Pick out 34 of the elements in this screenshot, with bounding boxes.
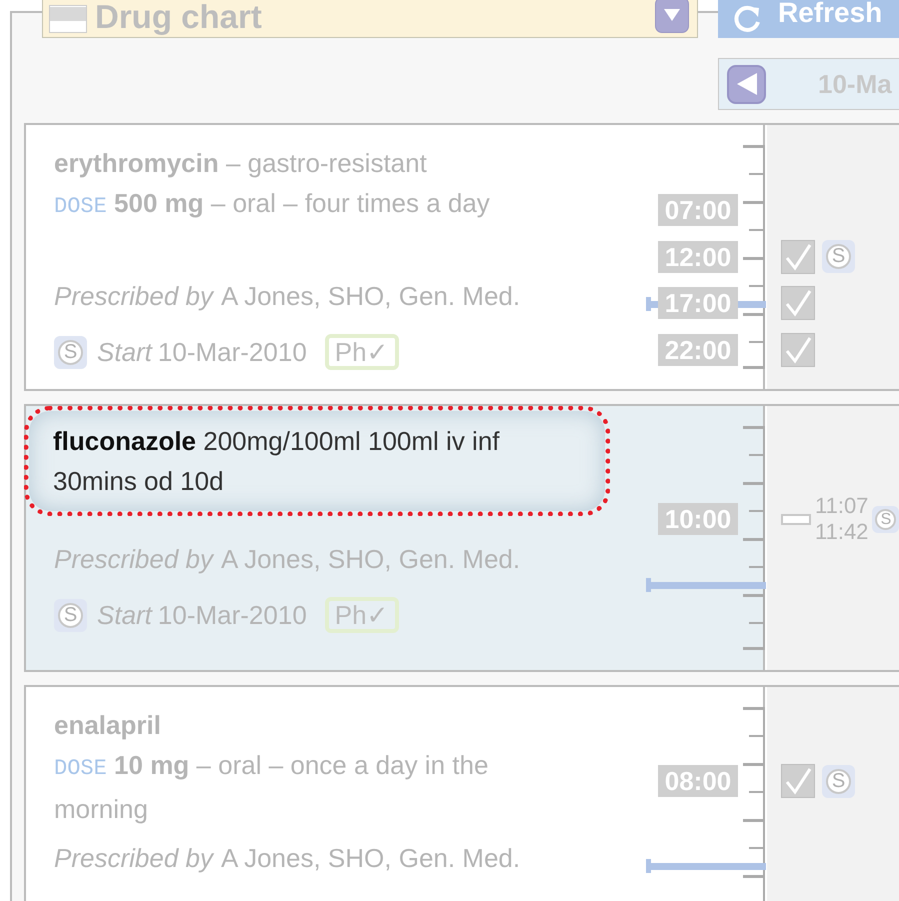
caret-icon (663, 8, 681, 22)
prescriber-name: A Jones, SHO, Gen. Med. (220, 842, 520, 875)
prescriber-name: A Jones, SHO, Gen. Med. (220, 543, 520, 576)
pharmacy-badge: Ph✓ (324, 334, 399, 370)
chart-select[interactable]: Drug chart (42, 0, 698, 38)
signed-icon: S (822, 764, 855, 798)
dropdown-button[interactable] (655, 0, 689, 33)
prescriber-name: A Jones, SHO, Gen. Med. (220, 280, 520, 313)
signed-icon: S (822, 240, 855, 274)
start-date: 10-Mar-2010 (158, 599, 307, 632)
start-label: Start (97, 599, 152, 632)
prescribed-by-label: Prescribed by (54, 842, 213, 875)
refresh-button[interactable]: Refresh (718, 0, 899, 38)
signed-icon: S (54, 598, 87, 632)
pharmacy-badge: Ph✓ (324, 597, 399, 633)
infusion-end-time: 11:42 (815, 519, 868, 545)
left-arrow-icon (734, 72, 758, 96)
select-value: Drug chart (95, 0, 263, 33)
previous-day-button[interactable] (727, 64, 766, 104)
prescribed-by-label: Prescribed by (54, 543, 213, 576)
dose-line: DOSE 500 mg – oral – four times a day (54, 187, 491, 221)
signed-icon: S (872, 506, 899, 532)
medication-description: fluconazole 200mg/100ml 100ml iv inf 30mins od 10d (53, 425, 500, 498)
infusion-start-time: 11:07 (815, 493, 868, 519)
dose-line: DOSE 10 mg – oral – once a day in the morning (54, 749, 490, 826)
list-icon (49, 5, 87, 33)
signed-icon: S (54, 336, 87, 368)
start-date: 10-Mar-2010 (158, 336, 307, 369)
start-label: Start (97, 336, 152, 369)
prescribed-by-label: Prescribed by (54, 280, 213, 313)
medication-description: enalapril (54, 709, 162, 742)
medication-description: erythromycin – gastro-resistant (54, 147, 428, 180)
infusion-bar (781, 514, 811, 524)
refresh-icon (732, 4, 762, 34)
